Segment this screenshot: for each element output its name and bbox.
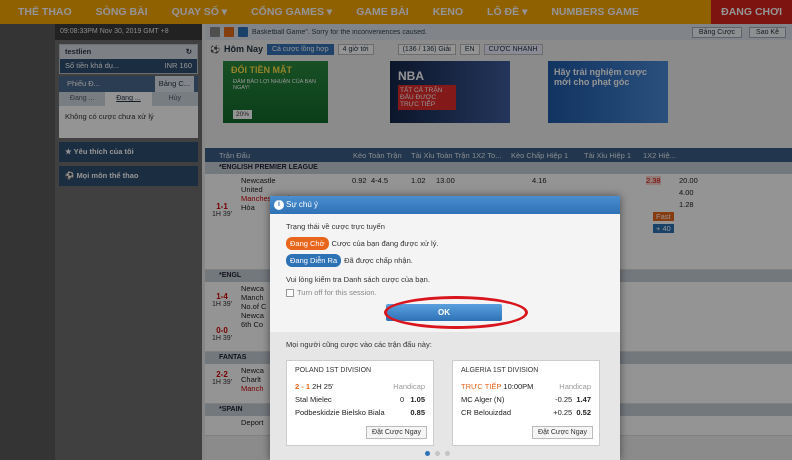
match-card: ALGERIA 1ST DIVISION TRỰC TIẾP 10:00PM H… (452, 360, 600, 446)
card-home-team: Stal Mielec (295, 395, 332, 404)
running-status: Đang Diễn Ra Đã được chấp nhận. (286, 254, 604, 267)
card-home-odd[interactable]: 1.47 (576, 395, 591, 404)
card-time: 2H 25' (312, 382, 334, 391)
dialog-body: Trạng thái về cược trực tuyến Đang Chờ Cư… (270, 214, 620, 305)
carousel-dot[interactable] (435, 451, 440, 456)
attention-dialog: i Sự chú ý Trạng thái về cược trực tuyến… (270, 196, 620, 460)
suggested-matches: Mọi người cũng cược vào các trận đấu này… (270, 332, 620, 460)
suggested-heading: Mọi người cũng cược vào các trận đấu này… (286, 340, 432, 349)
dialog-heading: Trạng thái về cược trực tuyến (286, 222, 385, 231)
card-away-row: Podbeskidzie Bielsko Biala 0.85 (295, 408, 425, 417)
dialog-title: Sự chú ý (286, 200, 319, 209)
card-away-odds: +0.25 0.52 (553, 408, 591, 417)
card-away-row: CR Belouizdad +0.25 0.52 (461, 408, 591, 417)
carousel-dots (425, 451, 450, 456)
card-home-team: MC Alger (N) (461, 395, 505, 404)
card-home-odds: -0.25 1.47 (555, 395, 591, 404)
card-home-line: 0 (399, 395, 405, 404)
card-live-label: TRỰC TIẾP (461, 382, 502, 391)
card-away-team: CR Belouizdad (461, 408, 512, 417)
card-home-row: Stal Mielec 0 1.05 (295, 395, 425, 404)
card-away-team: Podbeskidzie Bielsko Biala (295, 408, 385, 417)
check-text: Vui lòng kiểm tra Danh sách cược của bạn… (286, 275, 430, 284)
card-score: 2 - 1 (295, 382, 311, 391)
card-league: POLAND 1ST DIVISION (295, 367, 372, 374)
match-card: POLAND 1ST DIVISION 2 - 1 2H 25' Handica… (286, 360, 434, 446)
card-away-odd[interactable]: 0.52 (576, 408, 591, 417)
pending-status: Đang Chờ Cược của bạn đang được xử lý. (286, 237, 604, 250)
card-bet-type: Handicap (559, 382, 591, 391)
dialog-title-bar: i Sự chú ý (270, 196, 620, 214)
place-bet-button[interactable]: Đặt Cược Ngay (366, 426, 427, 439)
turn-off-checkbox[interactable] (286, 288, 294, 297)
card-status-row: 2 - 1 2H 25' Handicap (295, 382, 425, 391)
card-home-odds: 0 1.05 (400, 395, 425, 404)
pending-badge: Đang Chờ (286, 237, 329, 250)
info-icon: i (274, 200, 284, 210)
turn-off-label: Turn off for this session. (297, 288, 377, 297)
running-badge: Đang Diễn Ra (286, 254, 342, 267)
card-live-info: 2 - 1 2H 25' (295, 382, 334, 391)
pending-text: Cược của bạn đang được xử lý. (331, 239, 439, 248)
card-home-row: MC Alger (N) -0.25 1.47 (461, 395, 591, 404)
card-away-line: +0.25 (553, 408, 573, 417)
card-status-row: TRỰC TIẾP 10:00PM Handicap (461, 382, 591, 391)
card-live-info: TRỰC TIẾP 10:00PM (461, 382, 533, 391)
card-away-odd[interactable]: 0.85 (410, 408, 425, 417)
carousel-dot[interactable] (425, 451, 430, 456)
running-text: Đã được chấp nhận. (344, 256, 413, 265)
carousel-dot[interactable] (445, 451, 450, 456)
card-time: 10:00PM (503, 382, 534, 391)
place-bet-button[interactable]: Đặt Cược Ngay (532, 426, 593, 439)
card-home-odd[interactable]: 1.05 (410, 395, 425, 404)
card-league: ALGERIA 1ST DIVISION (461, 367, 539, 374)
highlight-ring (384, 296, 528, 329)
card-bet-type: Handicap (393, 382, 425, 391)
card-home-line: -0.25 (555, 395, 573, 404)
